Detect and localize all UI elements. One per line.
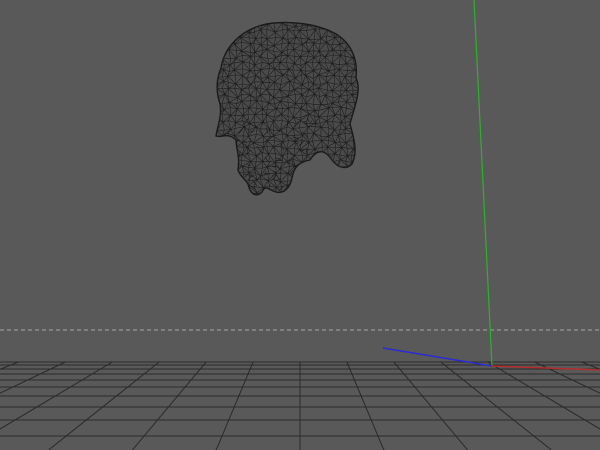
grid-line xyxy=(534,361,600,394)
skull-wireframe-model[interactable] xyxy=(208,16,361,201)
3d-viewport[interactable] xyxy=(0,0,600,450)
grid-line xyxy=(47,361,160,450)
grid-line xyxy=(440,361,553,450)
grid-line xyxy=(346,361,385,450)
ground-grid xyxy=(0,361,600,450)
y-axis-line xyxy=(473,0,493,367)
z-axis-line xyxy=(382,347,493,367)
grid-line xyxy=(131,361,207,450)
grid-line xyxy=(0,361,113,430)
grid-line xyxy=(393,361,469,450)
grid-line xyxy=(581,361,600,370)
viewport-canvas[interactable] xyxy=(0,0,600,450)
grid-line xyxy=(0,361,19,370)
grid-line xyxy=(487,361,600,430)
axes-gizmo xyxy=(382,0,600,371)
grid-line xyxy=(215,361,254,450)
grid-line xyxy=(0,361,66,394)
